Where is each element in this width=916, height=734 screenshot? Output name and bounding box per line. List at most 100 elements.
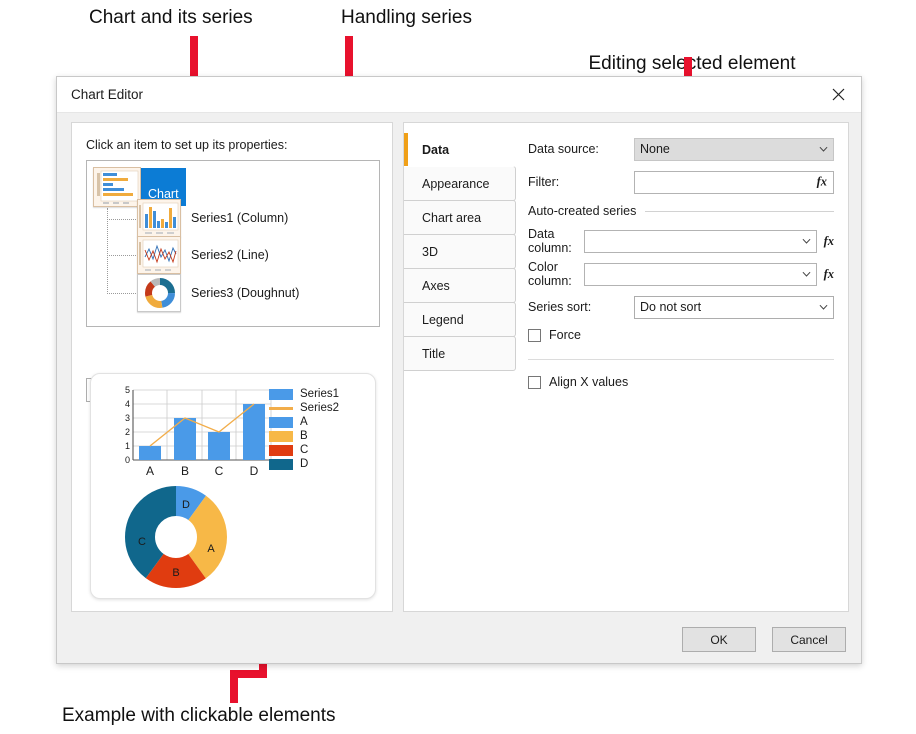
tree-node-series3-label: Series3 (Doughnut) (191, 286, 299, 300)
bar-chart-icon (93, 167, 141, 207)
svg-text:2: 2 (125, 427, 130, 437)
tree-node-series2[interactable]: Series2 (Line) (137, 236, 269, 274)
legend-item[interactable]: Series2 (269, 402, 339, 414)
data-column-select[interactable] (584, 230, 817, 253)
tab-label: Title (422, 347, 445, 361)
tab-appearance[interactable]: Appearance (404, 166, 516, 201)
color-column-label: Color column: (528, 260, 584, 288)
fx-icon[interactable]: fx (824, 234, 834, 249)
tree-node-series1[interactable]: Series1 (Column) (137, 199, 288, 237)
legend-item[interactable]: C (269, 444, 339, 456)
tree-branch-2 (107, 255, 136, 256)
series-sort-value: Do not sort (640, 300, 701, 314)
chevron-down-icon (802, 237, 811, 246)
legend-item[interactable]: Series1 (269, 388, 339, 400)
svg-text:D: D (250, 464, 259, 478)
tree-branch-1 (107, 219, 136, 220)
data-column-row: Data column: fx (528, 229, 834, 253)
svg-text:C: C (138, 536, 146, 548)
annotation-example-clickable: Example with clickable elements (62, 704, 422, 727)
series-sort-select[interactable]: Do not sort (634, 296, 834, 319)
svg-text:A: A (207, 543, 215, 555)
svg-text:B: B (172, 567, 179, 579)
legend-label: Series1 (300, 388, 339, 400)
align-x-checkbox-row[interactable]: Align X values (528, 375, 834, 389)
series-sort-control: Do not sort (634, 296, 834, 319)
cancel-button[interactable]: Cancel (772, 627, 846, 652)
right-pane: Data Appearance Chart area 3D Axes (403, 122, 849, 612)
annotation-chart-and-series: Chart and its series (89, 6, 309, 29)
annotation-editing-line1: Editing selected element (556, 52, 828, 75)
legend-label: D (300, 458, 308, 470)
tab-3d[interactable]: 3D (404, 234, 516, 269)
tab-chart-area[interactable]: Chart area (404, 200, 516, 235)
preview-legend: Series1 Series2 A B (269, 388, 339, 472)
tab-title[interactable]: Title (404, 336, 516, 371)
force-checkbox[interactable] (528, 329, 541, 342)
series-sort-row: Series sort: Do not sort (528, 295, 834, 319)
svg-text:5: 5 (125, 385, 130, 395)
tree-node-series1-label: Series1 (Column) (191, 211, 288, 225)
left-pane: Click an item to set up its properties: (71, 122, 393, 612)
ok-button[interactable]: OK (682, 627, 756, 652)
tab-axes[interactable]: Axes (404, 268, 516, 303)
svg-text:C: C (215, 464, 224, 478)
data-source-select[interactable]: None (634, 138, 834, 161)
color-column-control (584, 263, 817, 286)
filter-control: fx (634, 171, 834, 194)
fx-icon[interactable]: fx (817, 175, 827, 190)
chart-preview-card[interactable]: 5 4 3 2 1 0 (90, 373, 376, 599)
filter-label: Filter: (528, 175, 634, 189)
svg-text:3: 3 (125, 413, 130, 423)
tab-label: Chart area (422, 211, 481, 225)
preview-bar-line-chart[interactable]: 5 4 3 2 1 0 (105, 382, 283, 478)
dialog-titlebar: Chart Editor (57, 77, 861, 113)
tree-branch-3 (107, 293, 136, 294)
legend-label: Series2 (300, 402, 339, 414)
fx-icon[interactable]: fx (824, 267, 834, 282)
dialog-title: Chart Editor (71, 87, 143, 102)
legend-item[interactable]: B (269, 430, 339, 442)
tree-node-series3[interactable]: Series3 (Doughnut) (137, 274, 299, 312)
tab-label: Data (422, 143, 449, 157)
color-column-row: Color column: fx (528, 262, 834, 286)
align-x-checkbox[interactable] (528, 376, 541, 389)
tab-label: Appearance (422, 177, 489, 191)
legend-label: A (300, 416, 308, 428)
close-icon[interactable] (815, 77, 861, 112)
pane-hint-label: Click an item to set up its properties: (86, 138, 287, 152)
legend-line-swatch (269, 407, 293, 410)
legend-label: C (300, 444, 308, 456)
chevron-down-icon (819, 145, 828, 154)
filter-input[interactable] (634, 171, 834, 194)
tab-label: 3D (422, 245, 438, 259)
svg-text:A: A (146, 464, 154, 478)
settings-tab-list: Data Appearance Chart area 3D Axes (404, 133, 516, 371)
legend-swatch (269, 431, 293, 442)
legend-item[interactable]: D (269, 458, 339, 470)
legend-swatch (269, 445, 293, 456)
svg-text:1: 1 (125, 441, 130, 451)
column-chart-icon (137, 199, 181, 237)
legend-swatch (269, 389, 293, 400)
tab-data[interactable]: Data (404, 132, 516, 167)
svg-text:D: D (182, 499, 190, 511)
tab-legend[interactable]: Legend (404, 302, 516, 337)
legend-item[interactable]: A (269, 416, 339, 428)
data-source-label: Data source: (528, 142, 634, 156)
legend-label: B (300, 430, 308, 442)
group-title: Auto-created series (528, 204, 636, 218)
legend-swatch (269, 417, 293, 428)
doughnut-chart-icon (137, 274, 181, 312)
chart-editor-dialog: Chart Editor Click an item to set up its… (56, 76, 862, 664)
dialog-footer: OK Cancel (57, 617, 861, 663)
tree-trunk (107, 208, 108, 294)
data-source-row: Data source: None (528, 137, 834, 161)
dialog-body: Click an item to set up its properties: (57, 113, 861, 619)
force-checkbox-row[interactable]: Force (528, 328, 834, 342)
legend-swatch (269, 459, 293, 470)
preview-doughnut-chart[interactable]: A B C D (123, 484, 229, 590)
color-column-select[interactable] (584, 263, 817, 286)
align-x-label: Align X values (549, 375, 628, 389)
data-source-control: None (634, 138, 834, 161)
